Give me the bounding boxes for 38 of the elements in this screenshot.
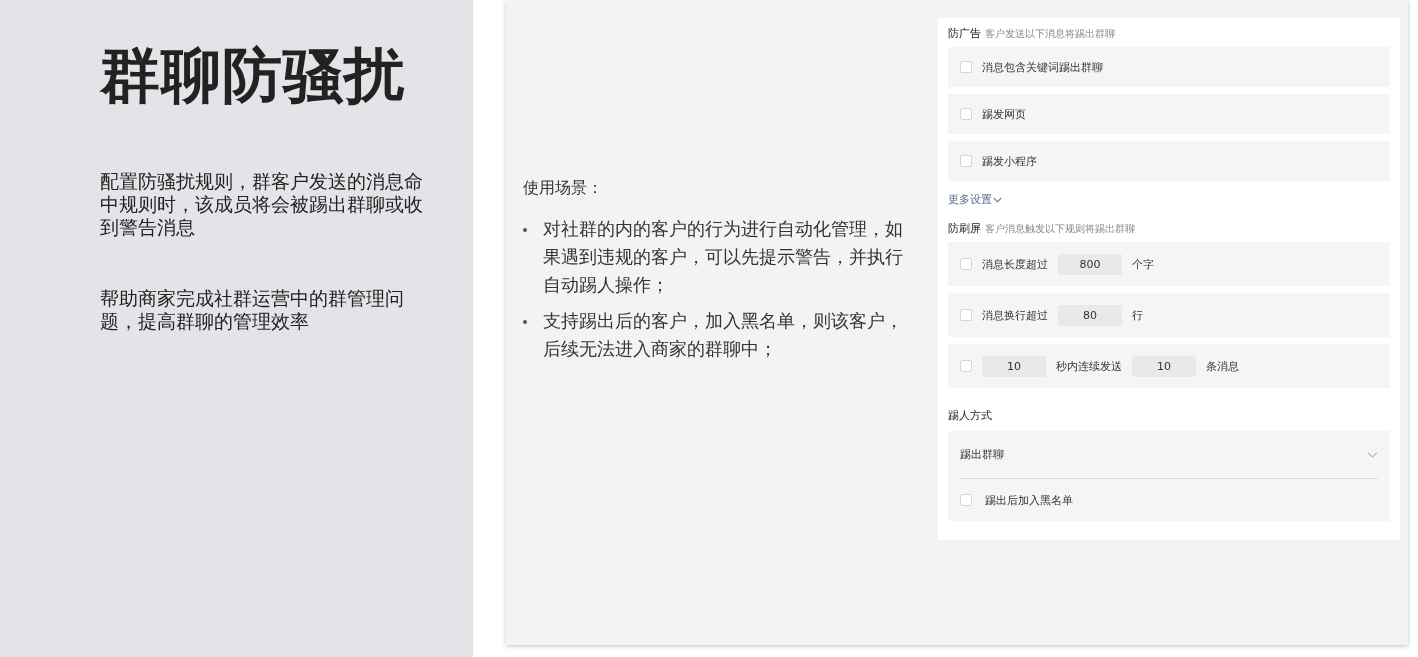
checkbox[interactable] (960, 494, 972, 506)
number-field[interactable]: 10 (1132, 355, 1196, 377)
unit-label: 条消息 (1206, 358, 1239, 374)
unit-label: 行 (1132, 307, 1143, 323)
blacklist-label: 踢出后加入黑名单 (985, 492, 1073, 508)
page-title: 群聊防骚扰 (100, 39, 406, 112)
number-field[interactable]: 80 (1058, 304, 1122, 326)
checkbox[interactable] (960, 108, 972, 120)
rule-label: 消息包含关键词踢出群聊 (982, 59, 1103, 75)
checkbox[interactable] (960, 309, 972, 321)
number-field[interactable]: 10 (982, 355, 1046, 377)
bullet-dot-icon (523, 320, 527, 324)
usage-text: 对社群的内的客户的行为进行自动化管理，如果遇到违规的客户，可以先提示警告，并执行自动踢人操作； (543, 217, 904, 297)
chevron-down-icon[interactable] (1367, 451, 1378, 458)
more-settings-link[interactable]: 更多设置 (948, 192, 1002, 207)
rule-label: 消息长度超过 (982, 256, 1048, 272)
section-title: 踢人方式 (948, 408, 993, 423)
rule-label: 踢发小程序 (982, 153, 1037, 169)
checkbox[interactable] (960, 258, 972, 270)
section-title: 防刷屏 (948, 221, 981, 236)
checkbox[interactable] (960, 360, 972, 372)
section-title: 防广告 (948, 26, 981, 41)
number-field[interactable]: 800 (1058, 253, 1122, 275)
bullet-dot-icon (523, 228, 527, 232)
checkbox[interactable] (960, 61, 972, 73)
kick-method-select[interactable]: 踢出群聊 (960, 431, 1378, 479)
rule-label: 消息换行超过 (982, 307, 1048, 323)
chevron-down-icon (993, 196, 1002, 203)
section-hint: 客户发送以下消息将踢出群聊 (985, 27, 1115, 41)
usage-heading: 使用场景： (523, 178, 604, 199)
section-hint: 客户消息触发以下规则将踢出群聊 (985, 222, 1135, 236)
usage-text: 支持踢出后的客户，加入黑名单，则该客户，后续无法进入商家的群聊中； (543, 309, 904, 361)
unit-label: 个字 (1132, 256, 1154, 272)
description-text: 配置防骚扰规则，群客户发送的消息命中规则时，该成员将会被踢出群聊或收到警告消息 (100, 170, 424, 239)
rule-label: 秒内连续发送 (1056, 358, 1122, 374)
checkbox[interactable] (960, 155, 972, 167)
rule-label: 踢发网页 (982, 106, 1026, 122)
description-text: 帮助商家完成社群运营中的群管理问题，提高群聊的管理效率 (100, 287, 405, 333)
